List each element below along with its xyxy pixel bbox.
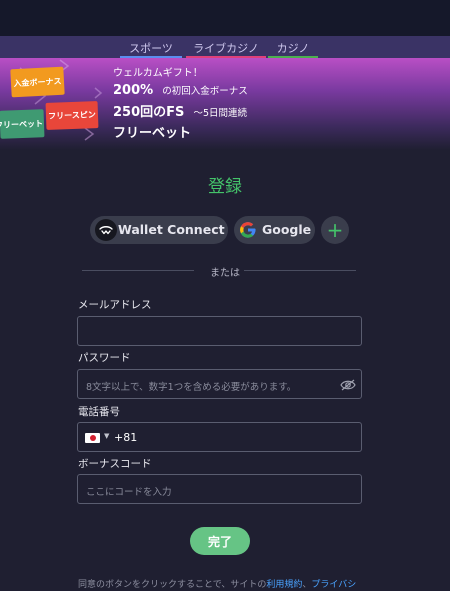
terms-prefix-text: 同意のボタンをクリックすることで、サイトの — [78, 580, 267, 590]
phone-country-code: +81 — [114, 431, 138, 444]
deposit-bonus-badge-label: 入金ボーナス — [13, 76, 62, 88]
top-bar — [0, 0, 450, 36]
terms-link[interactable]: 利用規約 — [266, 580, 302, 590]
tab-casino[interactable]: カジノ — [268, 40, 318, 56]
tab-sports-label: スポーツ — [129, 42, 173, 55]
promo-code-label: ボーナスコード — [78, 458, 152, 470]
tab-casino-label: カジノ — [276, 42, 310, 55]
promo-code-placeholder: ここにコードを入力 — [86, 487, 172, 498]
banner-fs-days: ～5日間連続 — [193, 108, 248, 119]
phone-field[interactable]: ▼ +81 — [77, 422, 362, 452]
more-login-options-button[interactable]: + — [321, 216, 349, 244]
deposit-bonus-badge: 入金ボーナス — [10, 66, 65, 98]
banner-deposit-text: の初回入金ボーナス — [162, 86, 248, 97]
privacy-link[interactable]: プライバシ — [311, 580, 356, 590]
banner-fs-count: 250回のFS — [113, 105, 185, 120]
google-icon — [238, 220, 258, 240]
banner-deposit-line: 200% の初回入金ボーナス — [113, 79, 248, 98]
tab-live-casino-label: ライブカジノ — [193, 42, 259, 55]
free-bet-badge-label: フリーベット — [0, 118, 44, 130]
register-title: 登録 — [208, 177, 242, 197]
terms-notice: 同意のボタンをクリックすることで、サイトの利用規約、プライバシ — [78, 577, 356, 590]
chevron-down-icon: ▼ — [104, 432, 110, 440]
phone-label: 電話番号 — [78, 406, 120, 418]
google-button[interactable]: Google — [234, 216, 315, 244]
free-spin-badge-label: フリースピン — [48, 110, 96, 121]
email-label: メールアドレス — [78, 299, 152, 311]
japan-flag-icon — [85, 433, 100, 443]
free-spin-badge: フリースピン — [45, 101, 99, 130]
wallet-connect-label: Wallet Connect — [118, 222, 225, 237]
or-separator-text: または — [210, 268, 240, 279]
email-field[interactable] — [77, 316, 362, 346]
banner-freebet-line: フリーベット — [113, 126, 192, 141]
divider-right — [244, 270, 356, 271]
category-tabs: スポーツ ライブカジノ カジノ — [0, 36, 450, 58]
submit-button[interactable]: 完了 — [190, 527, 250, 555]
eye-icon[interactable] — [340, 377, 356, 391]
free-bet-badge: フリーベット — [0, 109, 45, 139]
wallet-connect-icon — [95, 219, 117, 241]
banner-deposit-percent: 200% — [113, 83, 154, 98]
banner-welcome-line: ウェルカムギフト！ — [113, 68, 203, 79]
google-label: Google — [262, 222, 312, 237]
password-field[interactable]: 8文字以上で、数字1つを含める必要があります。 — [77, 369, 362, 399]
tab-live-casino[interactable]: ライブカジノ — [186, 40, 266, 56]
promo-code-field[interactable]: ここにコードを入力 — [77, 474, 362, 504]
password-label: パスワード — [78, 352, 131, 364]
banner-fs-line: 250回のFS ～5日間連続 — [113, 101, 247, 120]
country-selector[interactable]: ▼ — [85, 432, 115, 444]
password-placeholder: 8文字以上で、数字1つを含める必要があります。 — [86, 382, 297, 393]
plus-icon: + — [326, 218, 344, 242]
welcome-banner[interactable]: 入金ボーナス フリースピン フリーベット ウェルカムギフト！ 200% の初回入… — [0, 58, 450, 150]
tab-sports[interactable]: スポーツ — [120, 40, 182, 56]
submit-button-label: 完了 — [207, 534, 232, 549]
wallet-connect-button[interactable]: Wallet Connect — [90, 216, 228, 244]
